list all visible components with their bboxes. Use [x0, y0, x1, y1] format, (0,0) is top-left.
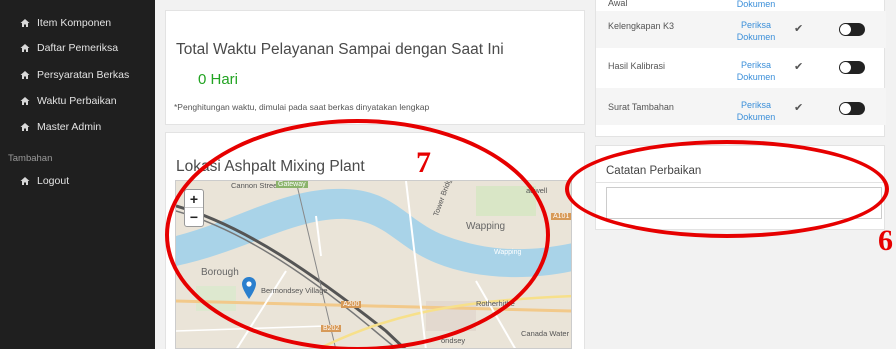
toggle-knob: [840, 62, 851, 73]
map-card-title: Lokasi Ashpalt Mixing Plant: [176, 158, 365, 175]
document-name: Surat Tambahan: [608, 102, 674, 112]
map-label: Rotherhithe: [476, 299, 515, 308]
map-zoom-control: + −: [184, 189, 204, 227]
sidebar: Item Komponen Daftar Pemeriksa Persyarat…: [0, 0, 155, 349]
map-label: A101: [551, 213, 571, 220]
map-label: Borough: [201, 267, 239, 278]
link-line-2: Dokumen: [736, 72, 776, 82]
home-icon: [20, 43, 30, 53]
sidebar-item-label: Item Komponen: [37, 17, 112, 29]
document-row: Awal Dokumen: [596, 0, 886, 10]
map-label: Canada Water: [521, 329, 570, 338]
home-icon: [20, 96, 30, 106]
total-time-title: Total Waktu Pelayanan Sampai dengan Saat…: [176, 41, 504, 58]
verify-toggle[interactable]: [839, 23, 865, 36]
check-icon: ✔: [794, 102, 804, 114]
link-line-1: Periksa: [740, 60, 771, 70]
document-row: Surat Tambahan Periksa Dokumen ✔: [596, 88, 886, 125]
verify-toggle[interactable]: [839, 61, 865, 74]
documents-card: Awal Dokumen Kelengkapan K3 Periksa Doku…: [595, 0, 886, 137]
map-label: Cannon Street: [231, 181, 280, 190]
sidebar-item-master-admin[interactable]: Master Admin: [20, 121, 101, 133]
document-name: Hasil Kalibrasi: [608, 61, 666, 71]
sidebar-item-persyaratan-berkas[interactable]: Persyaratan Berkas: [20, 69, 129, 81]
home-icon: [20, 18, 30, 28]
sidebar-item-daftar-pemeriksa[interactable]: Daftar Pemeriksa: [20, 42, 118, 54]
total-time-card: Total Waktu Pelayanan Sampai dengan Saat…: [165, 10, 585, 125]
link-line-1: Periksa: [740, 20, 771, 30]
notes-textarea[interactable]: [606, 187, 882, 219]
map-label: adwell: [526, 186, 548, 195]
link-line-2: Dokumen: [736, 112, 776, 122]
notes-title: Catatan Perbaikan: [606, 165, 702, 177]
check-icon: ✔: [794, 23, 804, 35]
home-icon: [20, 122, 30, 132]
total-time-value: 0 Hari: [198, 71, 239, 88]
map-label: Gateway: [276, 181, 308, 188]
map-tiles: [176, 181, 571, 348]
location-map[interactable]: + − Cannon Street Gateway Tower Bridge W…: [175, 180, 572, 349]
sidebar-item-label: Master Admin: [37, 121, 102, 133]
map-marker-icon[interactable]: [242, 277, 256, 299]
sidebar-item-label: Logout: [37, 175, 70, 187]
sidebar-item-waktu-perbaikan[interactable]: Waktu Perbaikan: [20, 95, 117, 107]
home-icon: [20, 70, 30, 80]
map-label: A200: [341, 301, 362, 308]
sidebar-item-item-komponen[interactable]: Item Komponen: [20, 17, 111, 29]
map-label: Wapping: [494, 249, 522, 256]
map-label: B202: [321, 325, 342, 332]
annotation-number-notes: 6: [878, 224, 893, 257]
main-content: Total Waktu Pelayanan Sampai dengan Saat…: [155, 0, 896, 349]
check-document-link[interactable]: Periksa Dokumen: [731, 99, 781, 123]
verify-toggle[interactable]: [839, 102, 865, 115]
map-label: ondsey: [441, 336, 466, 345]
divider: [596, 182, 886, 183]
sidebar-item-label: Daftar Pemeriksa: [37, 42, 119, 54]
link-line-2: Dokumen: [736, 32, 776, 42]
zoom-out-button[interactable]: −: [185, 208, 203, 226]
check-document-link[interactable]: Periksa Dokumen: [731, 59, 781, 83]
map-label: Wapping: [466, 221, 506, 232]
document-row: Hasil Kalibrasi Periksa Dokumen ✔: [596, 48, 886, 85]
sidebar-item-label: Waktu Perbaikan: [37, 95, 117, 107]
sidebar-item-label: Persyaratan Berkas: [37, 69, 130, 81]
notes-card: Catatan Perbaikan: [595, 145, 886, 230]
check-icon: ✔: [794, 61, 804, 73]
toggle-knob: [840, 103, 851, 114]
document-name: Kelengkapan K3: [608, 21, 675, 31]
check-document-link[interactable]: Dokumen: [731, 0, 781, 10]
map-label: Bermondsey Village: [261, 286, 328, 295]
document-name: Awal: [608, 0, 628, 8]
check-document-link[interactable]: Periksa Dokumen: [731, 19, 781, 43]
home-icon: [20, 176, 30, 186]
zoom-in-button[interactable]: +: [185, 190, 203, 208]
toggle-knob: [840, 24, 851, 35]
total-time-note: *Penghitungan waktu, dimulai pada saat b…: [174, 102, 430, 112]
document-row: Kelengkapan K3 Periksa Dokumen ✔: [596, 11, 886, 48]
sidebar-section-label: Tambahan: [8, 153, 53, 164]
link-line-1: Periksa: [740, 100, 771, 110]
sidebar-item-logout[interactable]: Logout: [20, 175, 69, 187]
annotation-number-map: 7: [416, 146, 431, 179]
